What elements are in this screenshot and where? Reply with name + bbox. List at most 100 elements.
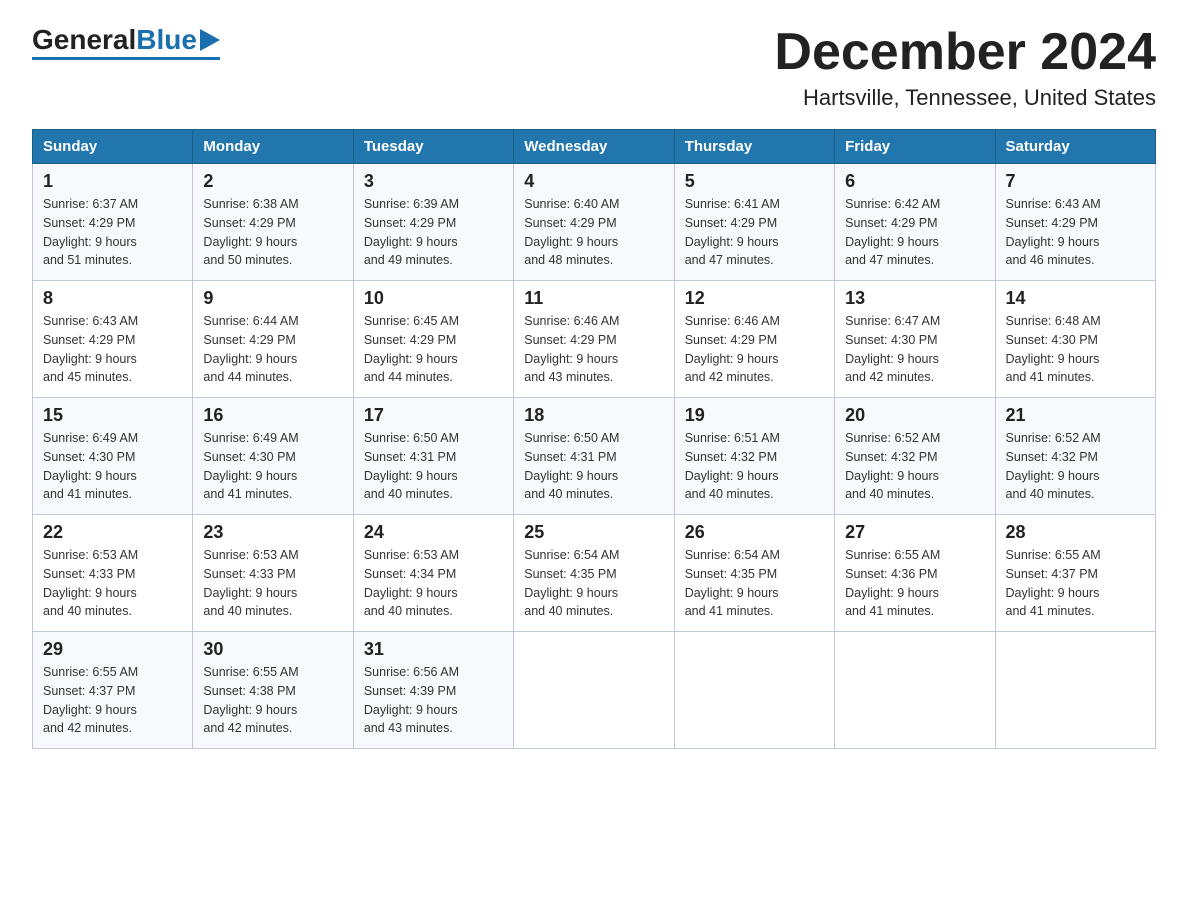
day-number: 20 (845, 405, 984, 426)
calendar-cell: 10 Sunrise: 6:45 AMSunset: 4:29 PMDayligh… (353, 281, 513, 398)
calendar-cell: 16Sunrise: 6:49 AMSunset: 4:30 PMDayligh… (193, 398, 353, 515)
calendar-header: SundayMondayTuesdayWednesdayThursdayFrid… (33, 130, 1156, 164)
calendar-cell: 17 Sunrise: 6:50 AMSunset: 4:31 PMDayligh… (353, 398, 513, 515)
calendar-cell: 13 Sunrise: 6:47 AMSunset: 4:30 PMDayligh… (835, 281, 995, 398)
day-number: 8 (43, 288, 182, 309)
page-header: General Blue December 2024 Hartsville, T… (32, 24, 1156, 111)
weekday-header-tuesday: Tuesday (353, 130, 513, 164)
calendar-cell: 28 Sunrise: 6:55 AMSunset: 4:37 PMDayligh… (995, 515, 1155, 632)
day-info: Sunrise: 6:55 AMSunset: 4:38 PMDaylight:… (203, 663, 342, 738)
logo-underline (32, 57, 220, 60)
day-number: 28 (1006, 522, 1145, 543)
calendar-cell: 3Sunrise: 6:39 AMSunset: 4:29 PMDaylight… (353, 164, 513, 281)
calendar-cell: 22 Sunrise: 6:53 AMSunset: 4:33 PMDayligh… (33, 515, 193, 632)
day-info: Sunrise: 6:54 AMSunset: 4:35 PMDaylight:… (524, 546, 663, 621)
day-info: Sunrise: 6:56 AMSunset: 4:39 PMDaylight:… (364, 663, 503, 738)
day-info: Sunrise: 6:55 AMSunset: 4:37 PMDaylight:… (43, 663, 182, 738)
day-number: 11 (524, 288, 663, 309)
weekday-header-thursday: Thursday (674, 130, 834, 164)
calendar-cell: 14Sunrise: 6:48 AMSunset: 4:30 PMDayligh… (995, 281, 1155, 398)
day-info: Sunrise: 6:44 AMSunset: 4:29 PMDaylight:… (203, 312, 342, 387)
calendar-cell: 1Sunrise: 6:37 AMSunset: 4:29 PMDaylight… (33, 164, 193, 281)
calendar-cell (514, 632, 674, 749)
day-info: Sunrise: 6:51 AMSunset: 4:32 PMDaylight:… (685, 429, 824, 504)
day-number: 2 (203, 171, 342, 192)
logo-blue-text: Blue (136, 24, 197, 56)
day-number: 5 (685, 171, 824, 192)
calendar-cell: 15 Sunrise: 6:49 AMSunset: 4:30 PMDayligh… (33, 398, 193, 515)
day-number: 3 (364, 171, 503, 192)
day-info: Sunrise: 6:55 AMSunset: 4:36 PMDaylight:… (845, 546, 984, 621)
day-number: 26 (685, 522, 824, 543)
day-info: Sunrise: 6:53 AMSunset: 4:34 PMDaylight:… (364, 546, 503, 621)
day-info: Sunrise: 6:53 AMSunset: 4:33 PMDaylight:… (43, 546, 182, 621)
calendar-cell: 27Sunrise: 6:55 AMSunset: 4:36 PMDayligh… (835, 515, 995, 632)
day-info: Sunrise: 6:43 AMSunset: 4:29 PMDaylight:… (1006, 195, 1145, 270)
day-number: 6 (845, 171, 984, 192)
calendar-week-row: 22 Sunrise: 6:53 AMSunset: 4:33 PMDayligh… (33, 515, 1156, 632)
day-number: 14 (1006, 288, 1145, 309)
calendar-cell: 18Sunrise: 6:50 AMSunset: 4:31 PMDayligh… (514, 398, 674, 515)
calendar-cell: 8Sunrise: 6:43 AMSunset: 4:29 PMDaylight… (33, 281, 193, 398)
logo-arrow-icon (200, 29, 220, 51)
day-info: Sunrise: 6:52 AMSunset: 4:32 PMDaylight:… (845, 429, 984, 504)
day-info: Sunrise: 6:50 AMSunset: 4:31 PMDaylight:… (364, 429, 503, 504)
day-number: 23 (203, 522, 342, 543)
calendar-body: 1Sunrise: 6:37 AMSunset: 4:29 PMDaylight… (33, 164, 1156, 749)
day-info: Sunrise: 6:46 AMSunset: 4:29 PMDaylight:… (524, 312, 663, 387)
calendar-cell: 30 Sunrise: 6:55 AMSunset: 4:38 PMDayligh… (193, 632, 353, 749)
day-info: Sunrise: 6:53 AMSunset: 4:33 PMDaylight:… (203, 546, 342, 621)
calendar-cell: 19 Sunrise: 6:51 AMSunset: 4:32 PMDayligh… (674, 398, 834, 515)
calendar-cell: 20 Sunrise: 6:52 AMSunset: 4:32 PMDayligh… (835, 398, 995, 515)
day-number: 29 (43, 639, 182, 660)
day-info: Sunrise: 6:38 AMSunset: 4:29 PMDaylight:… (203, 195, 342, 270)
weekday-header-monday: Monday (193, 130, 353, 164)
day-info: Sunrise: 6:52 AMSunset: 4:32 PMDaylight:… (1006, 429, 1145, 504)
day-number: 7 (1006, 171, 1145, 192)
day-number: 15 (43, 405, 182, 426)
day-number: 18 (524, 405, 663, 426)
calendar-week-row: 15 Sunrise: 6:49 AMSunset: 4:30 PMDayligh… (33, 398, 1156, 515)
day-number: 31 (364, 639, 503, 660)
day-info: Sunrise: 6:45 AMSunset: 4:29 PMDaylight:… (364, 312, 503, 387)
calendar-cell: 5 Sunrise: 6:41 AMSunset: 4:29 PMDaylight… (674, 164, 834, 281)
calendar-title: December 2024 (774, 24, 1156, 81)
calendar-cell: 2 Sunrise: 6:38 AMSunset: 4:29 PMDaylight… (193, 164, 353, 281)
day-info: Sunrise: 6:54 AMSunset: 4:35 PMDaylight:… (685, 546, 824, 621)
day-info: Sunrise: 6:55 AMSunset: 4:37 PMDaylight:… (1006, 546, 1145, 621)
weekday-header-friday: Friday (835, 130, 995, 164)
day-info: Sunrise: 6:47 AMSunset: 4:30 PMDaylight:… (845, 312, 984, 387)
calendar-title-block: December 2024 Hartsville, Tennessee, Uni… (774, 24, 1156, 111)
weekday-header-row: SundayMondayTuesdayWednesdayThursdayFrid… (33, 130, 1156, 164)
calendar-cell: 31 Sunrise: 6:56 AMSunset: 4:39 PMDayligh… (353, 632, 513, 749)
day-info: Sunrise: 6:46 AMSunset: 4:29 PMDaylight:… (685, 312, 824, 387)
day-number: 13 (845, 288, 984, 309)
calendar-cell: 7 Sunrise: 6:43 AMSunset: 4:29 PMDaylight… (995, 164, 1155, 281)
calendar-cell: 12 Sunrise: 6:46 AMSunset: 4:29 PMDayligh… (674, 281, 834, 398)
calendar-cell: 6Sunrise: 6:42 AMSunset: 4:29 PMDaylight… (835, 164, 995, 281)
calendar-cell: 25 Sunrise: 6:54 AMSunset: 4:35 PMDayligh… (514, 515, 674, 632)
day-number: 17 (364, 405, 503, 426)
calendar-week-row: 29 Sunrise: 6:55 AMSunset: 4:37 PMDayligh… (33, 632, 1156, 749)
calendar-cell: 21Sunrise: 6:52 AMSunset: 4:32 PMDayligh… (995, 398, 1155, 515)
calendar-cell: 24Sunrise: 6:53 AMSunset: 4:34 PMDayligh… (353, 515, 513, 632)
day-number: 12 (685, 288, 824, 309)
day-info: Sunrise: 6:49 AMSunset: 4:30 PMDaylight:… (203, 429, 342, 504)
day-number: 22 (43, 522, 182, 543)
calendar-cell: 4Sunrise: 6:40 AMSunset: 4:29 PMDaylight… (514, 164, 674, 281)
calendar-cell: 26 Sunrise: 6:54 AMSunset: 4:35 PMDayligh… (674, 515, 834, 632)
day-number: 4 (524, 171, 663, 192)
calendar-week-row: 8Sunrise: 6:43 AMSunset: 4:29 PMDaylight… (33, 281, 1156, 398)
day-info: Sunrise: 6:49 AMSunset: 4:30 PMDaylight:… (43, 429, 182, 504)
day-number: 30 (203, 639, 342, 660)
day-number: 10 (364, 288, 503, 309)
calendar-week-row: 1Sunrise: 6:37 AMSunset: 4:29 PMDaylight… (33, 164, 1156, 281)
logo: General Blue (32, 24, 220, 60)
calendar-subtitle: Hartsville, Tennessee, United States (774, 85, 1156, 111)
calendar-cell (995, 632, 1155, 749)
logo-blue-part: Blue (136, 24, 220, 56)
day-number: 25 (524, 522, 663, 543)
day-info: Sunrise: 6:37 AMSunset: 4:29 PMDaylight:… (43, 195, 182, 270)
day-info: Sunrise: 6:41 AMSunset: 4:29 PMDaylight:… (685, 195, 824, 270)
day-number: 19 (685, 405, 824, 426)
